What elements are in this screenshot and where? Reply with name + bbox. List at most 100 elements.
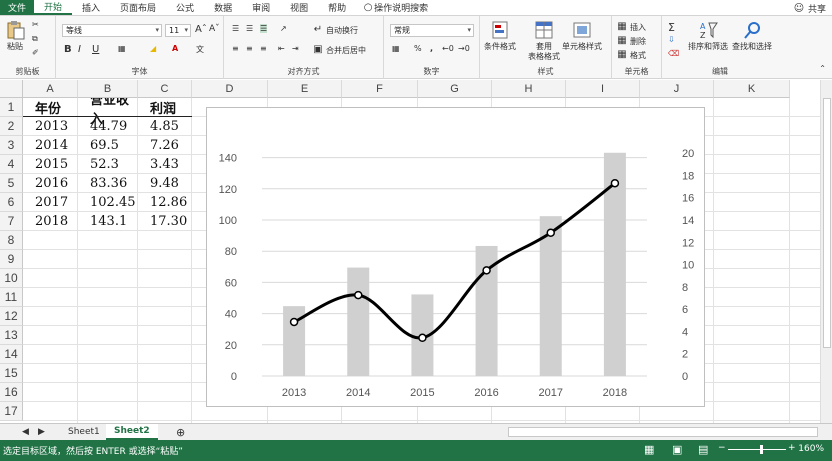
column-header-k[interactable]: K (714, 80, 790, 98)
fill-icon[interactable]: ⇩ (668, 35, 675, 44)
row-header-14[interactable]: 14 (0, 345, 23, 364)
page-break-view-icon[interactable]: ▤ (698, 443, 708, 456)
tab-home[interactable]: 开始 (34, 0, 73, 15)
align-middle-icon[interactable]: ☰ (246, 24, 253, 33)
borders-icon[interactable]: ▦ (118, 44, 126, 53)
increase-decimal-icon[interactable]: ←0 (442, 44, 454, 53)
shrink-font-icon[interactable]: Aˇ (209, 24, 220, 34)
autosum-icon[interactable]: Σ (668, 21, 675, 34)
vertical-scroll-thumb[interactable] (823, 98, 831, 348)
table-cell[interactable]: 143.1 (90, 212, 138, 231)
format-painter-icon[interactable]: ✐ (32, 48, 39, 57)
phonetic-icon[interactable]: 文 (196, 44, 204, 55)
page-layout-view-icon[interactable]: ▣ (672, 443, 682, 456)
conditional-format-button[interactable]: 条件格式 (484, 20, 516, 52)
table-cell[interactable]: 12.86 (150, 193, 192, 212)
zoom-slider[interactable] (728, 449, 786, 450)
row-header-5[interactable]: 5 (0, 174, 23, 193)
row-header-9[interactable]: 9 (0, 250, 23, 269)
tab-view[interactable]: 视图 (280, 0, 318, 15)
row-header-13[interactable]: 13 (0, 326, 23, 345)
cut-icon[interactable]: ✂ (32, 20, 39, 29)
paste-button[interactable]: 粘贴 (4, 20, 26, 52)
row-header-7[interactable]: 7 (0, 212, 23, 231)
currency-icon[interactable]: ▦ (392, 44, 400, 53)
tab-formulas[interactable]: 公式 (166, 0, 204, 15)
row-header-6[interactable]: 6 (0, 193, 23, 212)
combo-chart[interactable]: 0 20 40 60 80 100 120 140 0 2 4 6 8 10 12 14 16 18 20 2013 2… (206, 107, 705, 407)
table-cell[interactable]: 4.85 (150, 117, 192, 136)
collapse-ribbon-icon[interactable]: ⌃ (819, 64, 826, 73)
table-cell[interactable]: 102.45 (90, 193, 138, 212)
decrease-decimal-icon[interactable]: →0 (458, 44, 470, 53)
column-header-j[interactable]: J (640, 80, 714, 98)
table-cell[interactable]: 7.26 (150, 136, 192, 155)
column-header-b[interactable]: B (78, 80, 138, 98)
align-left-icon[interactable]: ≡ (232, 44, 239, 53)
comma-icon[interactable]: , (430, 44, 433, 53)
vertical-scrollbar[interactable] (820, 80, 832, 423)
wrap-text-button[interactable]: ↵ 自动换行 (312, 24, 358, 36)
column-header-i[interactable]: I (566, 80, 640, 98)
find-select-button[interactable]: 查找和选择 (732, 20, 772, 52)
row-header-17[interactable]: 17 (0, 402, 23, 421)
row-header-1[interactable]: 1 (0, 98, 23, 117)
row-header-10[interactable]: 10 (0, 269, 23, 288)
table-cell[interactable]: 69.5 (90, 136, 138, 155)
increase-indent-icon[interactable]: ⇥ (292, 44, 299, 53)
zoom-level[interactable]: 160% (798, 444, 824, 454)
tab-insert[interactable]: 插入 (72, 0, 110, 15)
select-all-corner[interactable] (0, 80, 23, 98)
align-bottom-icon[interactable]: ☰ (260, 24, 268, 33)
table-cell[interactable]: 44.79 (90, 117, 138, 136)
zoom-in-icon[interactable]: + (788, 443, 796, 453)
table-cell[interactable]: 2018 (35, 212, 78, 231)
row-header-8[interactable]: 8 (0, 231, 23, 250)
font-name-select[interactable]: 等线 ▾ (62, 24, 162, 37)
tab-help[interactable]: 帮助 (318, 0, 356, 15)
italic-button[interactable]: I (78, 44, 81, 55)
copy-icon[interactable]: ⧉ (32, 34, 38, 44)
column-header-h[interactable]: H (492, 80, 566, 98)
clear-icon[interactable]: ⌫ (668, 49, 679, 58)
format-cells-button[interactable]: ▦ 格式 (616, 49, 646, 61)
number-format-select[interactable]: 常规 ▾ (390, 24, 474, 37)
table-cell[interactable]: 2015 (35, 155, 78, 174)
format-as-table-button[interactable]: 套用 表格格式 (528, 20, 560, 62)
font-color-icon[interactable]: A (172, 44, 178, 53)
tab-page-layout[interactable]: 页面布局 (110, 0, 166, 15)
column-header-e[interactable]: E (268, 80, 342, 98)
font-size-select[interactable]: 11 ▾ (165, 24, 191, 37)
tell-me-search[interactable]: ○ 操作说明搜索 (356, 0, 428, 15)
table-header-cell[interactable]: 年份 (35, 98, 78, 117)
add-sheet-icon[interactable]: ⊕ (168, 424, 193, 440)
file-menu[interactable]: 文件 (0, 0, 34, 15)
align-right-icon[interactable]: ≡ (260, 44, 267, 53)
share-button[interactable]: ☺ 共享 (793, 2, 826, 16)
sheet-tab-1[interactable]: Sheet1 (60, 424, 108, 440)
cell-styles-button[interactable]: 单元格样式 (562, 20, 602, 52)
row-header-16[interactable]: 16 (0, 383, 23, 402)
grow-font-icon[interactable]: Aˆ (195, 24, 207, 35)
table-cell[interactable]: 2016 (35, 174, 78, 193)
row-header-12[interactable]: 12 (0, 307, 23, 326)
column-header-f[interactable]: F (342, 80, 418, 98)
percent-button[interactable]: % (414, 44, 422, 53)
table-cell[interactable]: 2017 (35, 193, 78, 212)
row-header-11[interactable]: 11 (0, 288, 23, 307)
column-header-d[interactable]: D (192, 80, 268, 98)
insert-cells-button[interactable]: ▦ 插入 (616, 21, 646, 33)
table-cell[interactable]: 83.36 (90, 174, 138, 193)
horizontal-scrollbar[interactable] (508, 427, 818, 437)
table-cell[interactable]: 2014 (35, 136, 78, 155)
scroll-tabs-right-icon[interactable]: ▶ (30, 424, 53, 440)
decrease-indent-icon[interactable]: ⇤ (278, 44, 285, 53)
tab-data[interactable]: 数据 (204, 0, 242, 15)
delete-cells-button[interactable]: ▦ 删除 (616, 35, 646, 47)
row-header-2[interactable]: 2 (0, 117, 23, 136)
sort-filter-button[interactable]: AZ 排序和筛选 (688, 20, 728, 52)
column-header-g[interactable]: G (418, 80, 492, 98)
bold-button[interactable]: B (64, 44, 72, 55)
row-header-4[interactable]: 4 (0, 155, 23, 174)
orientation-icon[interactable]: ↗ (280, 24, 287, 33)
